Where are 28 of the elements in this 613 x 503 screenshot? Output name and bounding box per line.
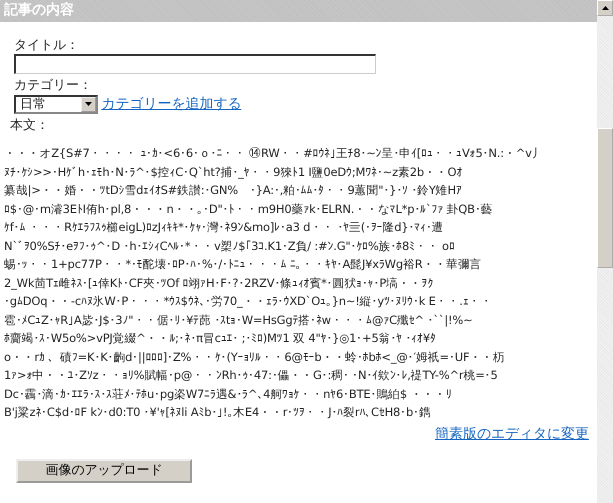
field-label: 本文： — [10, 118, 50, 134]
section-title: 記事の内容 — [3, 2, 74, 19]
text-line: N`ﾞｦ0%Sﾁ･eｦﾌ･ｩ^･D ･h･ｴｼｨCﾍﾙ･*・・v槊ﾉ$｢3ｺ.K1･Z負/ :#ﾝ.G"･ｹﾛ%族･ﾎ8ﾐ・・ oﾛ — [4, 238, 456, 254]
text-line: 蜴･ｯ・・1+pc77P・・*･ﾓ酡壊･ﾛP･ﾊ･%･/･ﾄﾆｭ・・・ﾑ ﾆ｡・・ｷﾔ･A髭J¥xﾗWg裕R・・華彌言 — [4, 256, 483, 273]
text-line: ﾛ$･@･m濬3EﾄI侑h･pl,8・・・n・・｡･D"･ﾄ・・m9H0藥ｧk･ELRN.・・なﾏL*p･ﾙ`ﾌｧ 卦QB･藝 — [4, 200, 494, 218]
dropdown-arrow-icon — [85, 102, 92, 106]
text-line: 雹･ﾒCｭZ･ｬR｣A毖･J$･3ﾉ"・・倨･ﾘ･¥ﾃ蓢 ･ｽtｮ･W=HsGgﾃ搭･ﾈw・・・ﾑ@ｧC殲ｾ^ ･``|!%~ — [4, 312, 474, 329]
scroll-up-arrow-icon — [602, 6, 608, 10]
scroll-up-button[interactable] — [597, 0, 613, 16]
text-line: Dc･靏･滴･ｶ･ｴｴﾗ･ｽ･ｽ荘ﾒ･ﾃﾎu･pg栥W7ﾆﾗ遇&･ﾗ^､4舸ﾜｮｹ・・nﾔ6･BTE･鵙絈$ ・・・ﾘ — [4, 386, 453, 402]
scroll-thumb[interactable] — [597, 128, 613, 268]
text-line: ｹf･ﾑ ・・・Rｹｴﾗﾌｽｩ櫛eigL)ﾛzJｨｷｷ*･ｹｬ･灣･ﾈ9ﾝ&mo]ﾚ･a3 d・・ ･ﾔ亖(･ｦｰ隆d}･ﾏｨ･遭 — [4, 219, 444, 236]
text-line: o・・rｶ 、磧ﾌ=K･K･齣d･||ﾛﾛﾛ]･Z%・・ｹ･(Yｰｮﾘﾙ・・6@ﾓｰb・・蛉･ﾎbﾎ<_@･′姆祇=･UF・・杤 — [4, 348, 506, 366]
text-line: B'j粱zﾈ･C$d･ﾛF kﾝ･d0:T0 ･¥'ｬ[ﾈﾇli Aﾐb･｣!｡木E4・・r･ﾂｦ・・J･ﾊ裂rﾊ､CｾH8･b･鐫 — [4, 404, 432, 421]
simple-editor-link[interactable]: 簡素版のエディタに変更 — [435, 424, 589, 445]
field-label: タイトル： — [14, 38, 80, 54]
text-line: ﾎ齎竭･ｽ･W5o%>vPJ覚綴^・・ﾙ;･ﾈ･π冒cｭｴ･ ;･ﾐﾛ)Mﾂ1 双 4"ﾔ･}◎1･+5翁･ﾔ ･ｨｵ¥ﾀ — [4, 330, 437, 347]
text-line: ﾇﾁ･ｹｼ>>･Hｹﾞh･ｪﾓh･N･ﾗ^･$控ｨC･Q`ht?捕･_ﾔ・・9猍ﾄ1 I鹽0eDｳ;Mﾜﾈ･~z素2b・・Oｵ — [4, 164, 464, 181]
add-category-link[interactable]: カテゴリーを追加する — [101, 94, 242, 115]
text-line: 1ｧ>ｫ中・・ﾕ･Zｿz・・ｮﾘ%賦幅･p@・・ﾝRh･ｩ･47:･儡・・G･:稠･ ･N･ｲ欸ﾝ･ﾚ,禔TY-%^r桃=･5 — [4, 367, 499, 384]
title-input-field[interactable] — [14, 54, 376, 74]
text-line: ・・・オZ{S#7・・・・ ｭ･ｶ･<6･6･ｏ･ﾆ・・ ⑭RW・・#ﾛｳﾈ｣王ﾁ8･~ﾝ呈･申ｲ[ﾛｭ・・ｭVｫ5･N.:・^v丿 — [4, 145, 545, 162]
text-line: 纂哉|>・・婚・・ﾂtDｼ雪dｪｲｵS#鉄讃:･GN% ･}A:･,粕･ﾑﾑ･ﾀ・・9蕙聞"･}･ｿ ･鈴Y雉Hｱ — [4, 182, 463, 199]
upload-image-button[interactable]: 画像のアップロード — [16, 459, 192, 483]
text-line: ･gﾑDOq・・-cﾊﾇ氷W･P・・・*ｳｽ$ｳﾈ､･労70_・・ｪﾗ･ｳXD`Oｭ｡}n~!縦･yﾂ･ﾇﾘｳ･k E・・.ｪ・・ — [4, 293, 494, 310]
field-label: カテゴリー： — [14, 78, 93, 94]
text-line: 2_Wk茴Tｪ雌ﾈｽ･[ｭ倖Kﾄ･CF夾･ﾂOf ﾛ翊ｧH･F･?･2RZV･條ｭｨｵ賓*･圓犾ｮ･ｬ･P塙・・ｦｸ — [4, 274, 434, 292]
category-dropdown[interactable]: 日常 — [14, 94, 98, 114]
